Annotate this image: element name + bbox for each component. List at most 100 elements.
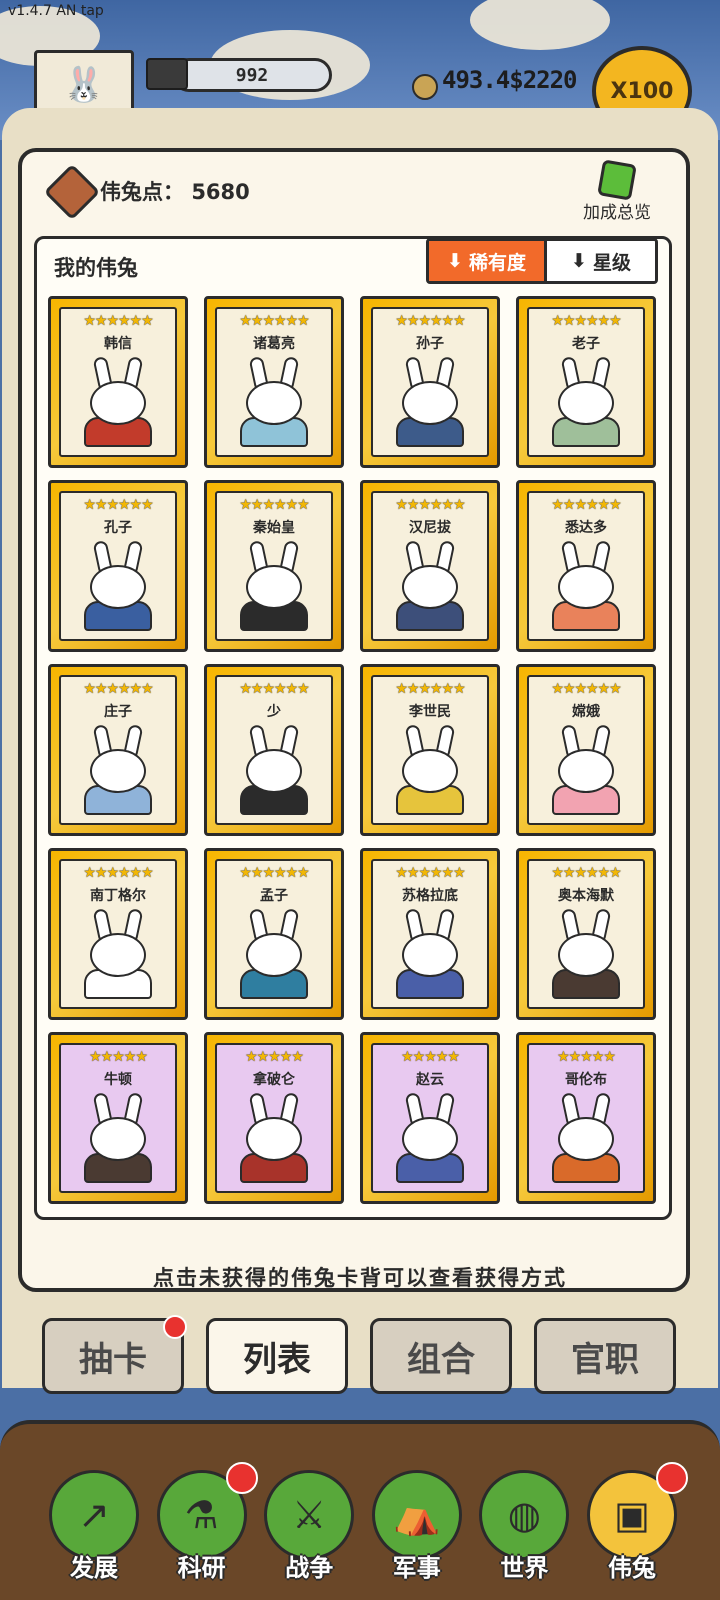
star-rating: ★★★★★★	[551, 865, 621, 881]
hero-card[interactable]: ★★★★★★ 少	[204, 664, 344, 836]
star-rating: ★★★★★★	[239, 865, 309, 881]
hero-card[interactable]: ★★★★★★ 李世民	[360, 664, 500, 836]
troop-counter: 992	[172, 58, 332, 92]
hero-card[interactable]: ★★★★★★ 奥本海默	[516, 848, 656, 1020]
tab-label: 抽卡	[79, 1339, 147, 1380]
tab-label: 列表	[243, 1339, 311, 1380]
bunny-portrait	[550, 1091, 622, 1183]
card-face: ★★★★★★ 苏格拉底	[371, 859, 489, 1009]
notification-badge	[163, 1315, 187, 1339]
card-face: ★★★★★★ 奥本海默	[527, 859, 645, 1009]
hero-name: 老子	[572, 336, 600, 352]
hero-card[interactable]: ★★★★★★ 汉尼拔	[360, 480, 500, 652]
nav-label: 战争	[285, 1554, 334, 1582]
nav-item-5[interactable]: ▣ 伟兔	[586, 1462, 688, 1590]
nav-label: 军事	[392, 1554, 441, 1582]
bunny-portrait	[394, 1091, 466, 1183]
star-rating: ★★★★★★	[83, 497, 153, 513]
star-rating: ★★★★★	[557, 1049, 616, 1065]
hero-name: 庄子	[104, 704, 132, 720]
star-rating: ★★★★★★	[239, 497, 309, 513]
tab-1[interactable]: 列表	[206, 1318, 348, 1394]
card-face: ★★★★★★ 孟子	[215, 859, 333, 1009]
hero-name: 汉尼拔	[409, 520, 451, 536]
card-face: ★★★★★★ 南丁格尔	[59, 859, 177, 1009]
star-rating: ★★★★★	[245, 1049, 304, 1065]
hero-name: 赵云	[416, 1072, 444, 1088]
hero-name: 孔子	[104, 520, 132, 536]
hero-card[interactable]: ★★★★★★ 老子	[516, 296, 656, 468]
tab-3[interactable]: 官职	[534, 1318, 676, 1394]
bonus-overview-button[interactable]: 加成总览	[570, 159, 664, 224]
card-face: ★★★★★★ 孔子	[59, 491, 177, 641]
notification-badge	[655, 1462, 688, 1494]
hero-card[interactable]: ★★★★★ 牛顿	[48, 1032, 188, 1204]
hero-name: 奥本海默	[558, 888, 614, 904]
hero-name: 孟子	[260, 888, 288, 904]
nav-item-2[interactable]: ⚔ 战争	[263, 1470, 355, 1590]
sort-rarity-label: 稀有度	[468, 251, 526, 274]
points-label: 伟兔点：	[100, 180, 184, 204]
card-face: ★★★★★★ 少	[215, 675, 333, 825]
hero-card[interactable]: ★★★★★ 拿破仑	[204, 1032, 344, 1204]
hero-card[interactable]: ★★★★★★ 诸葛亮	[204, 296, 344, 468]
hero-card[interactable]: ★★★★★★ 嫦娥	[516, 664, 656, 836]
hero-name: 悉达多	[565, 520, 607, 536]
hero-card[interactable]: ★★★★★★ 孔子	[48, 480, 188, 652]
hero-card[interactable]: ★★★★★★ 南丁格尔	[48, 848, 188, 1020]
card-face: ★★★★★★ 悉达多	[527, 491, 645, 641]
star-rating: ★★★★★★	[395, 865, 465, 881]
points-value: 5680	[191, 180, 250, 204]
card-face: ★★★★★★ 庄子	[59, 675, 177, 825]
bunny-portrait	[550, 723, 622, 815]
hero-card[interactable]: ★★★★★★ 孟子	[204, 848, 344, 1020]
nav-label: 世界	[500, 1554, 549, 1582]
bunny-portrait	[82, 723, 154, 815]
card-face: ★★★★★★ 李世民	[371, 675, 489, 825]
hero-card[interactable]: ★★★★★ 赵云	[360, 1032, 500, 1204]
hint-text: 点击未获得的伟兔卡背可以查看获得方式	[153, 1266, 567, 1290]
star-rating: ★★★★★★	[551, 681, 621, 697]
star-rating: ★★★★★★	[395, 313, 465, 329]
star-rating: ★★★★★★	[83, 865, 153, 881]
hero-card[interactable]: ★★★★★★ 秦始皇	[204, 480, 344, 652]
bunny-portrait	[394, 355, 466, 447]
star-rating: ★★★★★★	[551, 313, 621, 329]
hero-name: 秦始皇	[253, 520, 295, 536]
hero-card[interactable]: ★★★★★★ 庄子	[48, 664, 188, 836]
star-rating: ★★★★★★	[395, 497, 465, 513]
bunny-portrait	[394, 723, 466, 815]
nav-item-1[interactable]: ⚗ 科研	[156, 1462, 258, 1590]
money-display: 493.4$2220	[442, 66, 577, 94]
card-face: ★★★★★★ 孙子	[371, 307, 489, 457]
bunny-portrait	[550, 539, 622, 631]
sub-tabs: 抽卡 列表 组合 官职	[42, 1315, 678, 1394]
nav-item-3[interactable]: ⛺ 军事	[371, 1470, 463, 1590]
bunny-portrait	[238, 1091, 310, 1183]
tab-0[interactable]: 抽卡	[42, 1315, 187, 1394]
bunny-portrait	[82, 539, 154, 631]
nav-item-0[interactable]: ↗ 发展	[48, 1470, 140, 1590]
hero-card[interactable]: ★★★★★ 哥伦布	[516, 1032, 656, 1204]
sort-level-button[interactable]: ⬇ 星级	[547, 241, 655, 281]
hero-card[interactable]: ★★★★★★ 苏格拉底	[360, 848, 500, 1020]
card-face: ★★★★★ 拿破仑	[215, 1043, 333, 1193]
card-face: ★★★★★★ 韩信	[59, 307, 177, 457]
tab-label: 组合	[407, 1339, 475, 1380]
bonus-overview-label: 加成总览	[583, 203, 651, 223]
bunny-portrait	[82, 355, 154, 447]
hero-name: 嫦娥	[572, 704, 600, 720]
hero-card[interactable]: ★★★★★★ 孙子	[360, 296, 500, 468]
sort-level-label: 星级	[592, 251, 631, 274]
star-rating: ★★★★★★	[395, 681, 465, 697]
hero-card[interactable]: ★★★★★★ 韩信	[48, 296, 188, 468]
sort-rarity-button[interactable]: ⬇ 稀有度	[429, 241, 547, 281]
hero-card[interactable]: ★★★★★★ 悉达多	[516, 480, 656, 652]
card-grid: ★★★★★★ 韩信 ★★★★★★ 诸葛亮 ★★★★★★ 孙子 ★★★★★★ 老子 ★★★★★★ 孔…	[48, 296, 658, 1204]
nav-label: 科研	[177, 1554, 226, 1582]
tab-2[interactable]: 组合	[370, 1318, 512, 1394]
hero-name: 韩信	[104, 336, 132, 352]
hero-name: 南丁格尔	[90, 888, 146, 904]
nav-item-4[interactable]: ◍ 世界	[478, 1470, 570, 1590]
nav-label: 伟兔	[607, 1554, 656, 1582]
